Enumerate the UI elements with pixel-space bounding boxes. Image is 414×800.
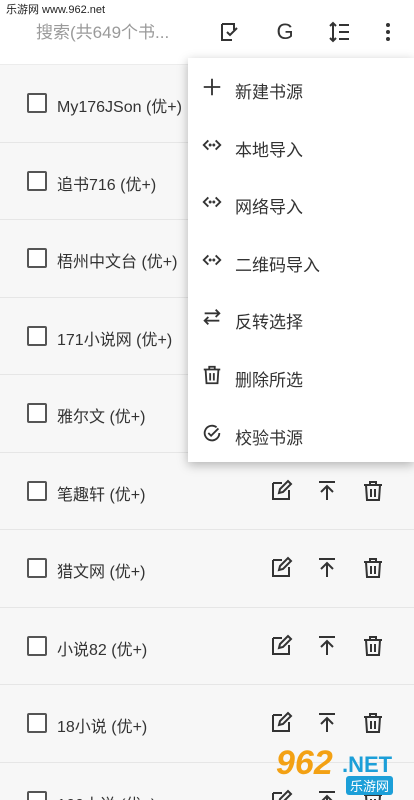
menu-item[interactable]: 校验书源 [188, 404, 414, 462]
list-item[interactable]: 笔趣轩 (优+) [0, 451, 414, 529]
move-top-icon[interactable] [314, 478, 340, 504]
row-actions [268, 555, 386, 581]
edit-icon[interactable] [268, 710, 294, 736]
checkbox[interactable] [27, 325, 47, 346]
menu-item-label: 网络导入 [235, 198, 303, 218]
watermark-top: 乐游网 www.962.net [0, 0, 106, 20]
g-letter-label: G [276, 19, 294, 44]
plus-icon [200, 75, 224, 99]
row-actions [268, 633, 386, 659]
trash-icon[interactable] [360, 478, 386, 504]
source-label: 171小说网 (优+) [57, 331, 173, 349]
row-actions [268, 710, 386, 736]
menu-item[interactable]: 反转选择 [188, 288, 414, 346]
edit-select-icon[interactable] [216, 18, 244, 46]
checkbox[interactable] [27, 635, 47, 656]
watermark-num: 962 [276, 744, 333, 782]
source-label: 笔趣轩 (优+) [57, 486, 146, 504]
code-arrows-icon [200, 190, 224, 214]
source-label: 166小说 (优+) [57, 791, 156, 800]
trash-icon[interactable] [360, 710, 386, 736]
menu-item-label: 反转选择 [235, 313, 303, 333]
checkbox[interactable] [27, 248, 47, 268]
code-arrows-icon [200, 248, 224, 272]
checkbox[interactable] [27, 93, 47, 113]
g-letter-icon[interactable]: G [271, 18, 299, 46]
checkbox[interactable] [27, 170, 47, 191]
more-vert-icon[interactable] [374, 18, 402, 46]
search-input[interactable]: 搜索(共649个书... [36, 18, 191, 43]
menu-item-label: 本地导入 [235, 140, 303, 160]
edit-icon[interactable] [268, 478, 294, 504]
source-label: 雅尔文 (优+) [57, 409, 146, 426]
menu-item-label: 二维码导入 [235, 255, 320, 275]
source-label: 梧州中文台 (优+) [57, 254, 178, 271]
checkbox[interactable] [27, 403, 47, 423]
overflow-menu: 新建书源本地导入网络导入二维码导入反转选择删除所选校验书源 [188, 58, 414, 462]
move-top-icon[interactable] [314, 555, 340, 581]
menu-item-label: 删除所选 [235, 371, 303, 390]
checkbox[interactable] [27, 790, 47, 800]
list-item[interactable]: 猎文网 (优+) [0, 529, 414, 607]
move-top-icon[interactable] [314, 710, 340, 736]
edit-icon[interactable] [268, 633, 294, 659]
checkbox[interactable] [27, 480, 47, 501]
move-top-icon[interactable] [314, 633, 340, 659]
source-label: My176JSon (优+) [57, 99, 182, 116]
source-label: 小说82 (优+) [57, 641, 148, 659]
code-arrows-icon [200, 133, 224, 157]
source-label: 追书716 (优+) [57, 176, 157, 194]
checkbox[interactable] [27, 558, 47, 578]
menu-item[interactable]: 二维码导入 [188, 231, 414, 289]
watermark-logo: 962 .NET 乐游网 [276, 744, 408, 795]
check-circle-icon [200, 421, 224, 445]
menu-item-label: 校验书源 [235, 428, 303, 448]
menu-item[interactable]: 新建书源 [188, 58, 414, 116]
source-label: 猎文网 (优+) [57, 564, 146, 581]
menu-item[interactable]: 本地导入 [188, 116, 414, 174]
source-label: 18小说 (优+) [57, 719, 148, 736]
trash-icon[interactable] [360, 633, 386, 659]
row-actions [268, 478, 386, 504]
checkbox[interactable] [27, 713, 47, 733]
list-item[interactable]: 小说82 (优+) [0, 606, 414, 684]
menu-item-label: 新建书源 [235, 83, 303, 102]
swap-arrows-icon [200, 305, 224, 329]
trash-icon [200, 363, 224, 387]
menu-item[interactable]: 删除所选 [188, 346, 414, 404]
edit-icon[interactable] [268, 555, 294, 581]
sort-icon[interactable] [326, 18, 354, 46]
trash-icon[interactable] [360, 555, 386, 581]
watermark-sub: 乐游网 [346, 776, 394, 795]
watermark-net: .NET [342, 752, 393, 777]
menu-item[interactable]: 网络导入 [188, 173, 414, 231]
